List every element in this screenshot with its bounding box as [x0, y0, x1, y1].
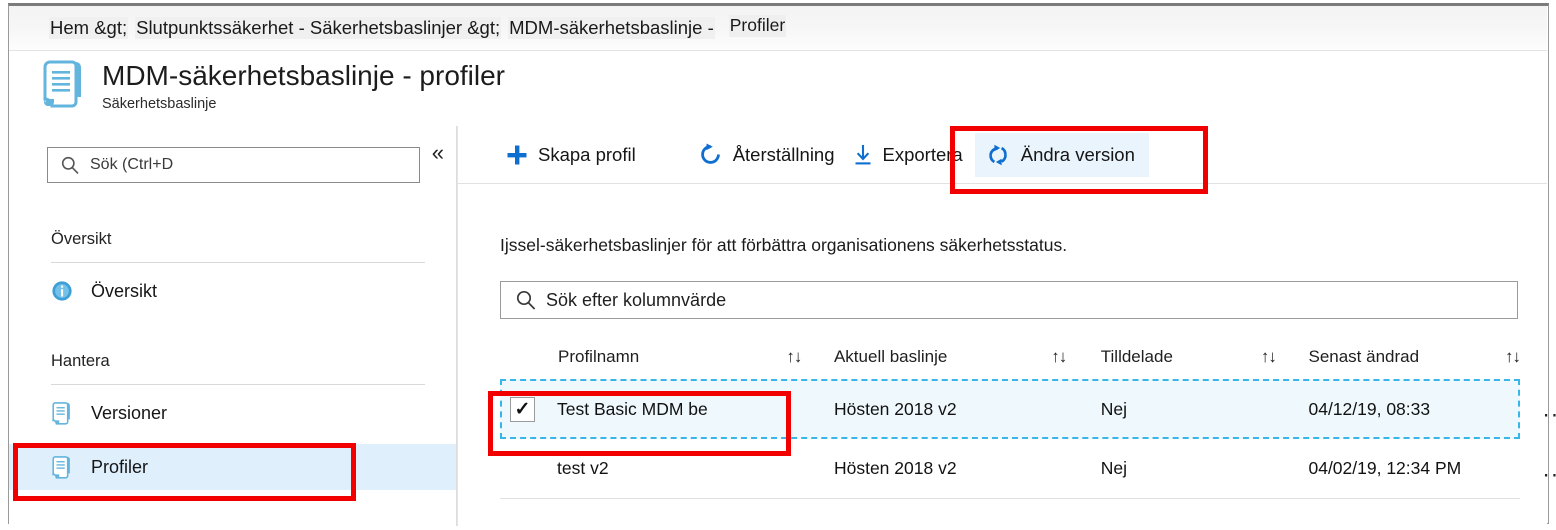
row-profile-name: test v2: [557, 458, 609, 478]
row-assigned-cell: Nej: [1101, 458, 1261, 479]
command-toolbar: Skapa profil Återställning Exportera Änd…: [458, 126, 1547, 184]
sidebar-group-label-manage: Hantera: [51, 352, 110, 370]
column-header-assigned[interactable]: Tilldelade: [1101, 347, 1261, 367]
profiles-table: Profilnamn ↑↓ Aktuell baslinje ↑↓ Tillde…: [500, 335, 1556, 499]
sync-version-icon: [988, 144, 1007, 165]
row-modified: 04/02/19, 12:34 PM: [1308, 458, 1462, 478]
sort-toggle-current-baseline[interactable]: ↑↓: [1051, 347, 1101, 367]
table-row[interactable]: test v2 Hösten 2018 v2 Nej 04/02/19, 12:…: [500, 439, 1556, 499]
sort-toggle-last-modified[interactable]: ↑↓: [1470, 347, 1521, 367]
column-header-current-baseline[interactable]: Aktuell baslinje: [834, 347, 1051, 367]
refresh-icon: [700, 143, 720, 164]
row-assigned: Nej: [1100, 458, 1128, 478]
create-profile-label: Skapa profil: [538, 143, 636, 165]
info-icon: [52, 281, 72, 301]
sidebar-item-overview[interactable]: Översikt: [9, 268, 456, 314]
column-header-last-modified[interactable]: Senast ändrad: [1308, 347, 1470, 367]
row-modified-cell: 04/02/19, 12:34 PM: [1308, 458, 1470, 479]
screenshot-root: Hem &gt; Slutpunktssäkerhet - Säkerhetsb…: [0, 0, 1556, 530]
row-baseline-cell: Hösten 2018 v2: [834, 458, 1051, 479]
page-header: MDM-säkerhetsbaslinje - profiler Säkerhe…: [40, 58, 505, 112]
row-assigned: Nej: [1100, 398, 1128, 419]
breadcrumb: Hem &gt; Slutpunktssäkerhet - Säkerhetsb…: [9, 6, 1547, 51]
sidebar-item-label: Översikt: [91, 280, 158, 301]
change-version-label: Ändra version: [1020, 143, 1135, 165]
column-search-placeholder: Sök efter kolumnvärde: [546, 289, 727, 310]
sidebar-divider: [51, 262, 425, 263]
sidebar-divider: [51, 384, 425, 385]
row-baseline: Hösten 2018 v2: [833, 398, 957, 419]
collapse-sidebar-icon[interactable]: «: [432, 142, 444, 164]
row-assigned-cell: Nej: [1101, 399, 1261, 420]
row-profile-name-cell: ✓ Test Basic MDM be: [500, 396, 786, 422]
sidebar: Sök (Ctrl+D « Översikt Översikt Hantera: [9, 126, 457, 526]
row-more-actions-button[interactable]: ...: [1543, 457, 1556, 479]
change-version-button[interactable]: Ändra version: [974, 132, 1149, 177]
sort-toggle-assigned[interactable]: ↑↓: [1261, 347, 1309, 367]
column-header-label: Profilnamn: [558, 347, 640, 366]
sidebar-item-label: Versioner: [91, 402, 168, 423]
export-label: Exportera: [882, 143, 963, 165]
row-modified: 04/12/19, 08:33: [1308, 398, 1431, 419]
breadcrumb-item-endpoint-security[interactable]: Slutpunktssäkerhet - Säkerhetsbaslinjer …: [135, 16, 502, 40]
download-icon: [855, 145, 871, 165]
export-button[interactable]: Exportera: [847, 133, 969, 177]
table-row[interactable]: ✓ Test Basic MDM be Hösten 2018 v2 Nej 0: [500, 379, 1556, 439]
scroll-document-icon: [42, 60, 81, 108]
reset-label: Återställning: [732, 143, 835, 165]
row-modified-cell: 04/12/19, 08:33: [1308, 399, 1470, 420]
sidebar-item-label: Profiler: [91, 456, 149, 477]
row-baseline-cell: Hösten 2018 v2: [834, 399, 1051, 420]
breadcrumb-item-profiles[interactable]: Profiler: [728, 15, 787, 37]
row-baseline: Hösten 2018 v2: [833, 458, 957, 478]
row-more-actions-button[interactable]: ...: [1543, 397, 1556, 419]
sort-toggle-profile-name[interactable]: ↑↓: [786, 347, 834, 367]
sidebar-item-versions[interactable]: Versioner: [9, 390, 456, 436]
sidebar-item-profiles[interactable]: Profiler: [9, 444, 456, 490]
column-header-profile-name[interactable]: Profilnamn: [500, 347, 786, 367]
column-search-input[interactable]: Sök efter kolumnvärde: [500, 281, 1518, 319]
main-content: Skapa profil Återställning Exportera Änd…: [457, 126, 1556, 526]
column-header-label: Senast ändrad: [1308, 347, 1420, 366]
scroll-document-icon: [51, 456, 70, 479]
page-title: MDM-säkerhetsbaslinje - profiler: [102, 60, 506, 91]
breadcrumb-item-mdm-baseline[interactable]: MDM-säkerhetsbaslinje -: [508, 16, 715, 40]
column-header-label: Tilldelade: [1100, 347, 1173, 366]
scroll-document-icon: [51, 402, 70, 425]
column-header-label: Aktuell baslinje: [833, 347, 948, 366]
body: Sök (Ctrl+D « Översikt Översikt Hantera: [9, 126, 1556, 526]
table-header-row: Profilnamn ↑↓ Aktuell baslinje ↑↓ Tillde…: [500, 335, 1521, 379]
search-icon: [61, 156, 79, 174]
row-checkbox[interactable]: ✓: [510, 396, 535, 422]
create-profile-button[interactable]: Skapa profil: [500, 133, 642, 177]
search-icon: [516, 290, 536, 310]
row-profile-name-cell: test v2: [500, 458, 786, 479]
page-description: Ijssel-säkerhetsbaslinjer för att förbät…: [500, 235, 1068, 255]
reset-button[interactable]: Återställning: [692, 133, 841, 177]
search-input[interactable]: Sök (Ctrl+D: [47, 147, 420, 183]
row-profile-name: Test Basic MDM be: [557, 398, 708, 419]
checkmark-icon: ✓: [514, 398, 531, 420]
sidebar-group-label-overview: Översikt: [51, 230, 112, 248]
breadcrumb-item-home[interactable]: Hem &gt;: [49, 16, 129, 40]
search-input-placeholder: Sök (Ctrl+D: [90, 156, 174, 173]
page-header-text: MDM-säkerhetsbaslinje - profiler Säkerhe…: [102, 58, 505, 112]
page-subtitle: Säkerhetsbaslinje: [102, 96, 217, 113]
plus-icon: [507, 145, 527, 164]
